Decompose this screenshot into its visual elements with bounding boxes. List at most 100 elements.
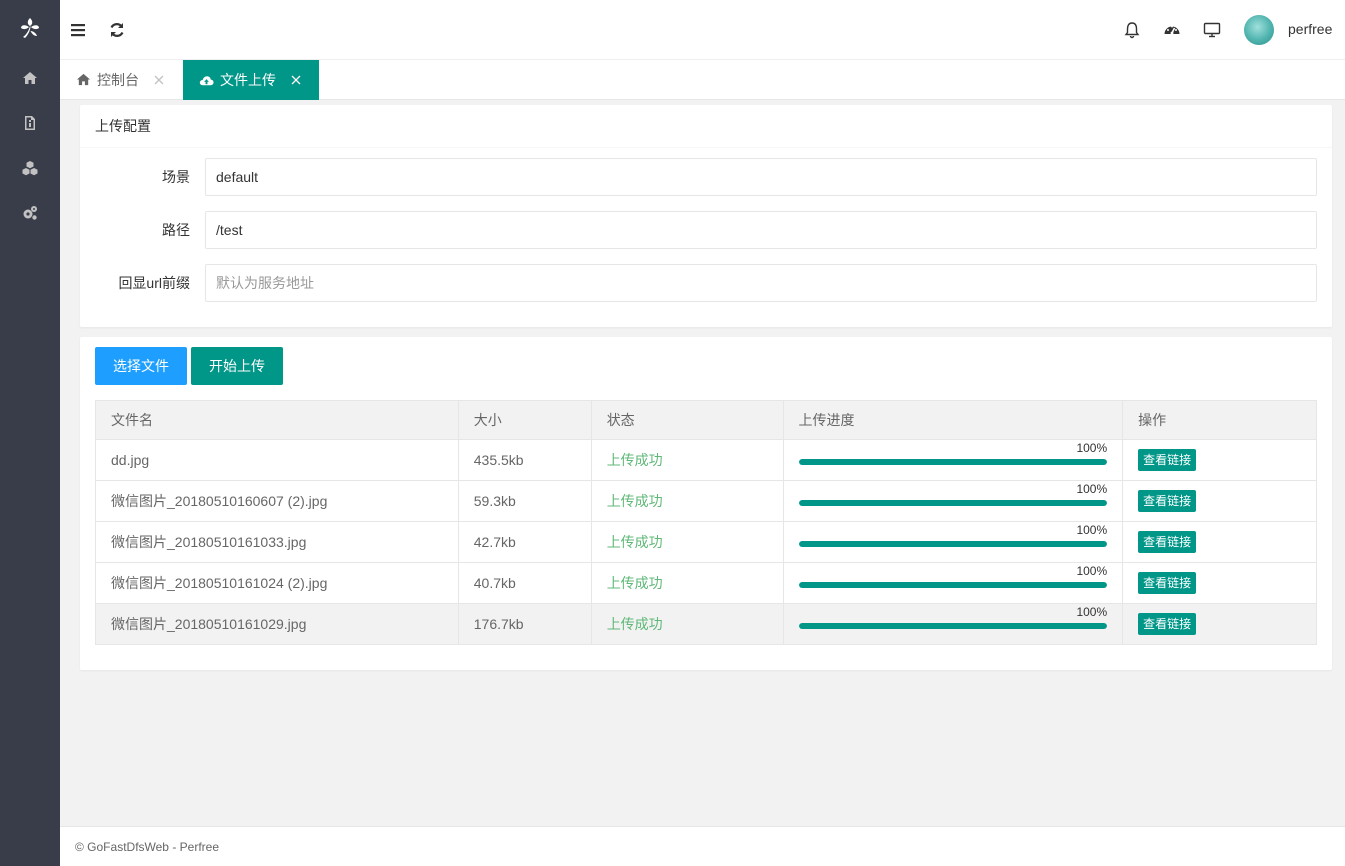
progress-cell: 100% — [782, 480, 1124, 522]
action-cell: 查看链接 — [1122, 521, 1317, 563]
file-status: 上传成功 — [590, 480, 784, 522]
file-name: 微信图片_20180510160607 (2).jpg — [95, 480, 459, 522]
avatar[interactable] — [1244, 15, 1274, 45]
sidebar-item-file[interactable] — [0, 100, 60, 145]
tab-label: 文件上传 — [220, 72, 276, 88]
refresh-button[interactable] — [105, 18, 129, 42]
home-icon — [23, 71, 37, 84]
file-status: 上传成功 — [590, 603, 784, 645]
column-header-size: 大小 — [457, 400, 592, 440]
close-icon[interactable] — [153, 74, 165, 86]
file-size: 59.3kb — [457, 480, 592, 522]
menu-icon — [71, 24, 85, 37]
table-row: 微信图片_20180510160607 (2).jpg 59.3kb 上传成功 … — [95, 480, 1317, 522]
close-icon[interactable] — [290, 74, 302, 86]
table-row: 微信图片_20180510161029.jpg 176.7kb 上传成功 100… — [95, 603, 1317, 645]
progress-bar — [798, 541, 1108, 547]
select-file-button[interactable]: 选择文件 — [95, 347, 187, 385]
column-header-status: 状态 — [590, 400, 784, 440]
file-name: 微信图片_20180510161024 (2).jpg — [95, 562, 459, 604]
cloud-upload-icon — [199, 75, 214, 85]
progress-fill — [798, 582, 1108, 588]
progress-text: 100% — [1076, 482, 1108, 496]
progress-fill — [798, 500, 1108, 506]
progress-cell: 100% — [782, 603, 1124, 645]
view-link-button[interactable]: 查看链接 — [1138, 449, 1197, 471]
file-name: 微信图片_20180510161033.jpg — [95, 521, 459, 563]
column-header-name: 文件名 — [95, 400, 459, 440]
table-header-row: 文件名 大小 状态 上传进度 操作 — [95, 400, 1317, 440]
file-status: 上传成功 — [590, 562, 784, 604]
sidebar-item-cubes[interactable] — [0, 145, 60, 190]
cubes-icon — [22, 160, 38, 175]
file-name: 微信图片_20180510161029.jpg — [95, 603, 459, 645]
progress-cell: 100% — [782, 521, 1124, 563]
progress-bar — [798, 623, 1108, 629]
view-link-button[interactable]: 查看链接 — [1138, 572, 1197, 594]
progress-cell: 100% — [782, 562, 1124, 604]
progress-bar — [798, 582, 1108, 588]
progress-bar — [798, 500, 1108, 506]
file-size: 40.7kb — [457, 562, 592, 604]
top-header: perfree — [60, 0, 1345, 60]
column-header-action: 操作 — [1122, 400, 1317, 440]
monitor-icon — [1203, 22, 1221, 38]
tab-console[interactable]: 控制台 — [60, 60, 183, 99]
url-prefix-input[interactable] — [205, 264, 1317, 302]
table-row: dd.jpg 435.5kb 上传成功 100% 查看链接 — [95, 439, 1317, 481]
form-row-scene: 场景 — [80, 158, 1332, 196]
notifications-button[interactable] — [1120, 18, 1144, 42]
progress-text: 100% — [1076, 564, 1108, 578]
sidebar-item-settings[interactable] — [0, 190, 60, 235]
file-size: 176.7kb — [457, 603, 592, 645]
view-link-button[interactable]: 查看链接 — [1138, 613, 1197, 635]
column-header-progress: 上传进度 — [782, 400, 1124, 440]
table-row: 微信图片_20180510161033.jpg 42.7kb 上传成功 100%… — [95, 521, 1317, 563]
progress-bar — [798, 459, 1108, 465]
dashboard-icon — [1164, 25, 1180, 35]
start-upload-button[interactable]: 开始上传 — [191, 347, 283, 385]
file-size: 435.5kb — [457, 439, 592, 481]
sidebar-item-home[interactable] — [0, 55, 60, 100]
username[interactable]: perfree — [1288, 21, 1332, 37]
progress-text: 100% — [1076, 523, 1108, 537]
fullscreen-button[interactable] — [1200, 18, 1224, 42]
tab-file-upload[interactable]: 文件上传 — [183, 60, 319, 100]
progress-fill — [798, 459, 1108, 465]
path-label: 路径 — [162, 222, 190, 238]
form-row-path: 路径 — [80, 211, 1332, 249]
action-cell: 查看链接 — [1122, 603, 1317, 645]
form-row-url-prefix: 回显url前缀 — [80, 264, 1332, 302]
progress-text: 100% — [1076, 605, 1108, 619]
view-link-button[interactable]: 查看链接 — [1138, 531, 1197, 553]
scene-label: 场景 — [162, 169, 190, 185]
scene-input[interactable] — [205, 158, 1317, 196]
theme-button[interactable] — [1160, 18, 1184, 42]
file-table: 文件名 大小 状态 上传进度 操作 dd.jpg 435.5kb 上传成功 10… — [95, 400, 1317, 645]
tab-bar: 控制台 文件上传 — [60, 60, 1345, 100]
url-prefix-label: 回显url前缀 — [118, 275, 190, 291]
tab-label: 控制台 — [97, 71, 139, 88]
sidebar — [0, 0, 60, 866]
upload-config-card: 上传配置 场景 路径 回显url前缀 — [80, 105, 1332, 327]
leaf-logo-icon[interactable] — [0, 0, 60, 55]
table-row: 微信图片_20180510161024 (2).jpg 40.7kb 上传成功 … — [95, 562, 1317, 604]
bell-icon — [1124, 22, 1140, 39]
home-icon — [76, 73, 91, 86]
upload-list-card: 选择文件 开始上传 文件名 大小 状态 上传进度 操作 dd.jpg 435.5… — [80, 337, 1332, 670]
card-title: 上传配置 — [80, 105, 1332, 148]
file-icon — [25, 115, 35, 130]
refresh-icon — [110, 23, 124, 37]
progress-fill — [798, 623, 1108, 629]
path-input[interactable] — [205, 211, 1317, 249]
file-size: 42.7kb — [457, 521, 592, 563]
progress-fill — [798, 541, 1108, 547]
progress-text: 100% — [1076, 441, 1108, 455]
view-link-button[interactable]: 查看链接 — [1138, 490, 1197, 512]
file-status: 上传成功 — [590, 439, 784, 481]
action-cell: 查看链接 — [1122, 562, 1317, 604]
action-cell: 查看链接 — [1122, 439, 1317, 481]
action-cell: 查看链接 — [1122, 480, 1317, 522]
file-status: 上传成功 — [590, 521, 784, 563]
menu-toggle-button[interactable] — [66, 18, 90, 42]
